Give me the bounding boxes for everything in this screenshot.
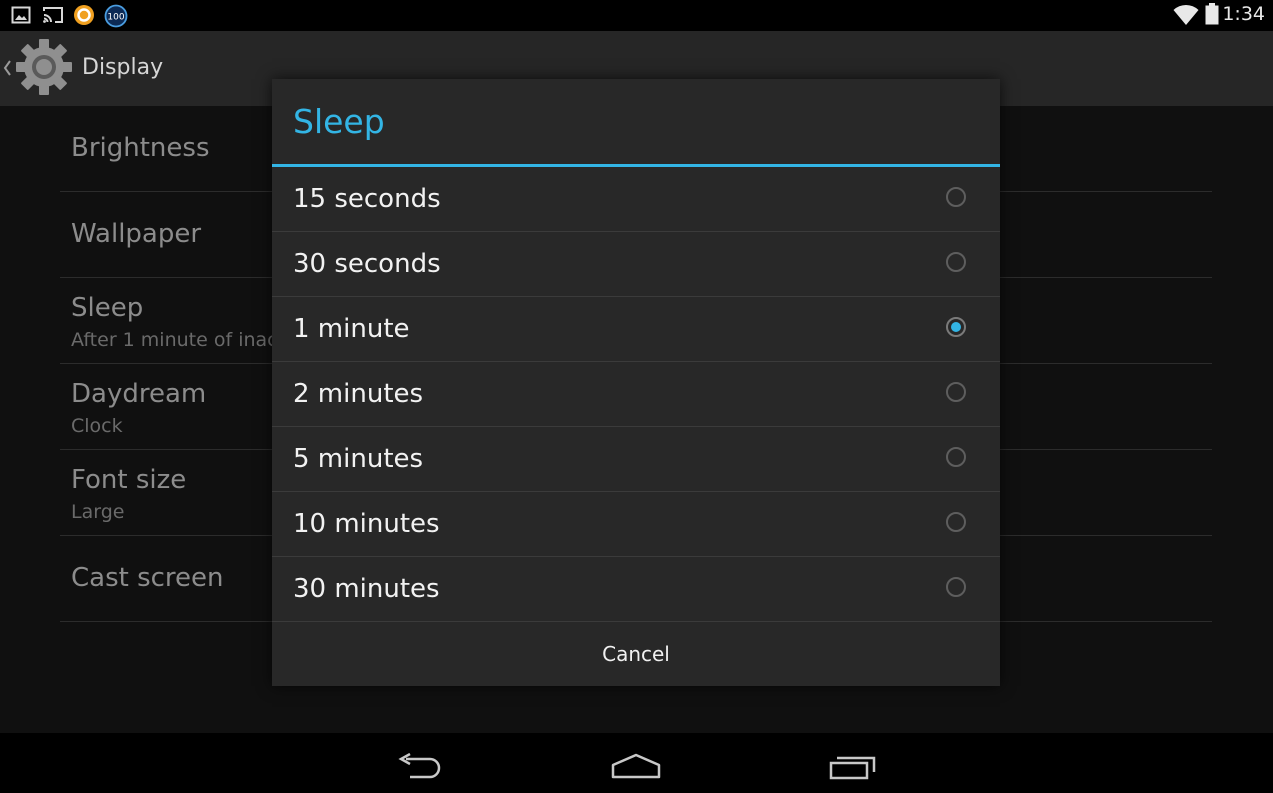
setting-title: Cast screen <box>71 563 224 593</box>
back-icon[interactable] <box>396 752 444 785</box>
wifi-icon <box>1173 4 1199 30</box>
sleep-dialog: Sleep 15 seconds 30 seconds 1 minute 2 m… <box>272 79 1000 686</box>
settings-gear-icon[interactable] <box>14 37 74 101</box>
home-icon[interactable] <box>610 753 662 785</box>
setting-summary: Large <box>71 501 125 523</box>
battery-100-badge-icon: 100 <box>104 4 128 32</box>
setting-title: Wallpaper <box>71 219 202 249</box>
setting-title: Brightness <box>71 133 210 163</box>
option-label: 1 minute <box>293 314 410 344</box>
clock-time: 1:34 <box>1222 3 1265 25</box>
dialog-title: Sleep <box>293 102 385 141</box>
radio-unchecked-icon[interactable] <box>946 382 966 402</box>
option-label: 30 minutes <box>293 574 440 604</box>
option-label: 10 minutes <box>293 509 440 539</box>
battery-icon <box>1205 3 1219 29</box>
radio-unchecked-icon[interactable] <box>946 512 966 532</box>
option-5-minutes[interactable]: 5 minutes <box>272 427 1000 492</box>
option-1-minute[interactable]: 1 minute <box>272 297 1000 362</box>
app-ring-icon <box>73 4 95 30</box>
option-2-minutes[interactable]: 2 minutes <box>272 362 1000 427</box>
page-title: Display <box>82 55 164 80</box>
radio-unchecked-icon[interactable] <box>946 252 966 272</box>
setting-title: Font size <box>71 465 187 495</box>
cancel-button[interactable]: Cancel <box>272 622 1000 686</box>
setting-summary: Clock <box>71 415 123 437</box>
sleep-options-list: 15 seconds 30 seconds 1 minute 2 minutes… <box>272 167 1000 622</box>
cancel-label: Cancel <box>602 642 670 666</box>
option-10-minutes[interactable]: 10 minutes <box>272 492 1000 557</box>
radio-checked-icon[interactable] <box>946 317 966 337</box>
radio-unchecked-icon[interactable] <box>946 447 966 467</box>
option-30-minutes[interactable]: 30 minutes <box>272 557 1000 622</box>
navigation-bar <box>0 733 1273 793</box>
option-label: 15 seconds <box>293 184 441 214</box>
setting-summary: After 1 minute of inac <box>71 329 278 351</box>
radio-unchecked-icon[interactable] <box>946 187 966 207</box>
option-label: 30 seconds <box>293 249 441 279</box>
badge-text: 100 <box>107 13 124 23</box>
option-15-seconds[interactable]: 15 seconds <box>272 167 1000 232</box>
status-bar: 100 1:34 <box>0 0 1273 31</box>
setting-title: Daydream <box>71 379 207 409</box>
cast-icon <box>42 5 64 29</box>
up-caret-icon[interactable] <box>2 59 12 81</box>
radio-unchecked-icon[interactable] <box>946 577 966 597</box>
setting-title: Sleep <box>71 293 144 323</box>
option-label: 2 minutes <box>293 379 424 409</box>
option-30-seconds[interactable]: 30 seconds <box>272 232 1000 297</box>
gallery-icon <box>11 5 31 29</box>
recents-icon[interactable] <box>828 753 878 785</box>
option-label: 5 minutes <box>293 444 424 474</box>
